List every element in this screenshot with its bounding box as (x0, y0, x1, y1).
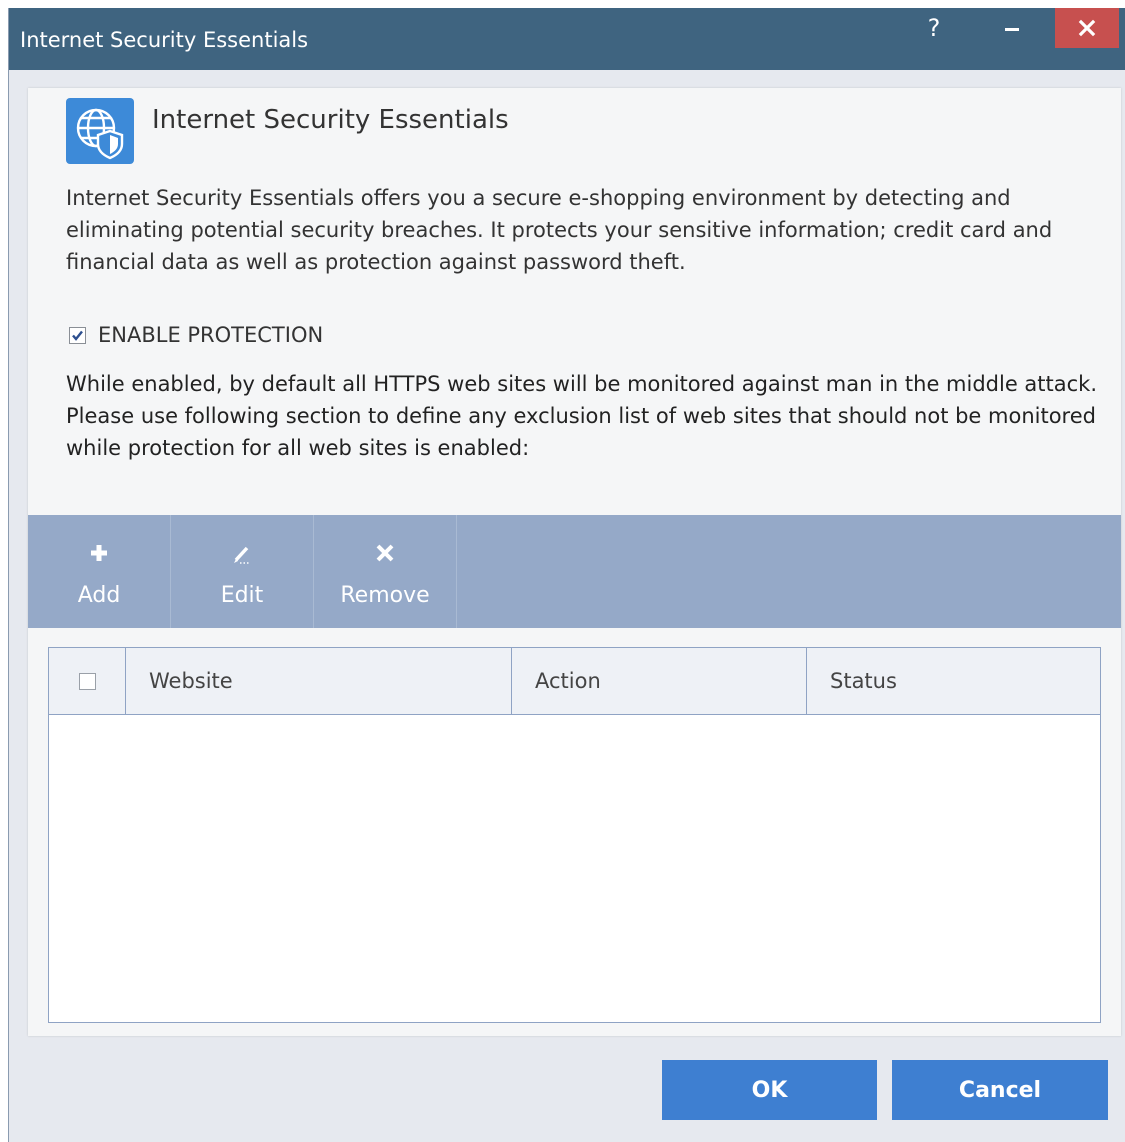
feature-description: Internet Security Essentials offers you … (66, 186, 1053, 274)
column-header-status[interactable]: Status (807, 648, 1100, 714)
table-body[interactable] (49, 715, 1100, 1022)
close-button[interactable] (1055, 8, 1119, 48)
remove-button[interactable]: Remove (314, 515, 457, 628)
window-title: Internet Security Essentials (20, 28, 309, 52)
table-header: Website Action Status (49, 648, 1100, 715)
title-bar: Internet Security Essentials ? (9, 8, 1125, 70)
remove-button-label: Remove (340, 583, 430, 608)
enable-protection-label: ENABLE PROTECTION (98, 323, 324, 347)
select-all-checkbox[interactable] (78, 672, 96, 690)
feature-title: Internet Security Essentials (152, 105, 509, 135)
help-button[interactable]: ? (909, 8, 959, 48)
exclusion-toolbar: Add Edit Remove (28, 515, 1121, 628)
edit-button-label: Edit (220, 583, 264, 608)
minimize-button[interactable] (987, 8, 1037, 48)
enable-protection-checkbox[interactable] (69, 326, 86, 344)
minimize-icon (1005, 27, 1019, 31)
column-header-action[interactable]: Action (512, 648, 807, 714)
remove-icon (376, 544, 394, 562)
add-button[interactable]: Add (28, 515, 171, 628)
select-all-cell (49, 648, 126, 714)
settings-panel: Internet Security Essentials Internet Se… (28, 88, 1121, 1036)
exclusion-table: Website Action Status (48, 647, 1101, 1023)
checkmark-icon (72, 330, 83, 341)
exclusion-instructions: Please use following section to define a… (66, 404, 1096, 460)
globe-shield-icon (66, 98, 134, 164)
add-button-label: Add (77, 583, 121, 608)
plus-icon (91, 545, 107, 561)
exclusion-notes: While enabled, by default all HTTPS web … (66, 368, 1111, 464)
help-icon: ? (927, 14, 941, 42)
column-header-website[interactable]: Website (126, 648, 512, 714)
edit-button[interactable]: Edit (171, 515, 314, 628)
dialog-window: Internet Security Essentials ? Internet … (8, 8, 1125, 1142)
monitoring-note: While enabled, by default all HTTPS web … (66, 372, 1098, 396)
ok-button[interactable]: OK (662, 1060, 877, 1120)
enable-protection-row[interactable]: ENABLE PROTECTION (69, 320, 323, 350)
cancel-button[interactable]: Cancel (892, 1060, 1108, 1120)
close-icon (1078, 19, 1096, 37)
pencil-icon (234, 546, 249, 564)
